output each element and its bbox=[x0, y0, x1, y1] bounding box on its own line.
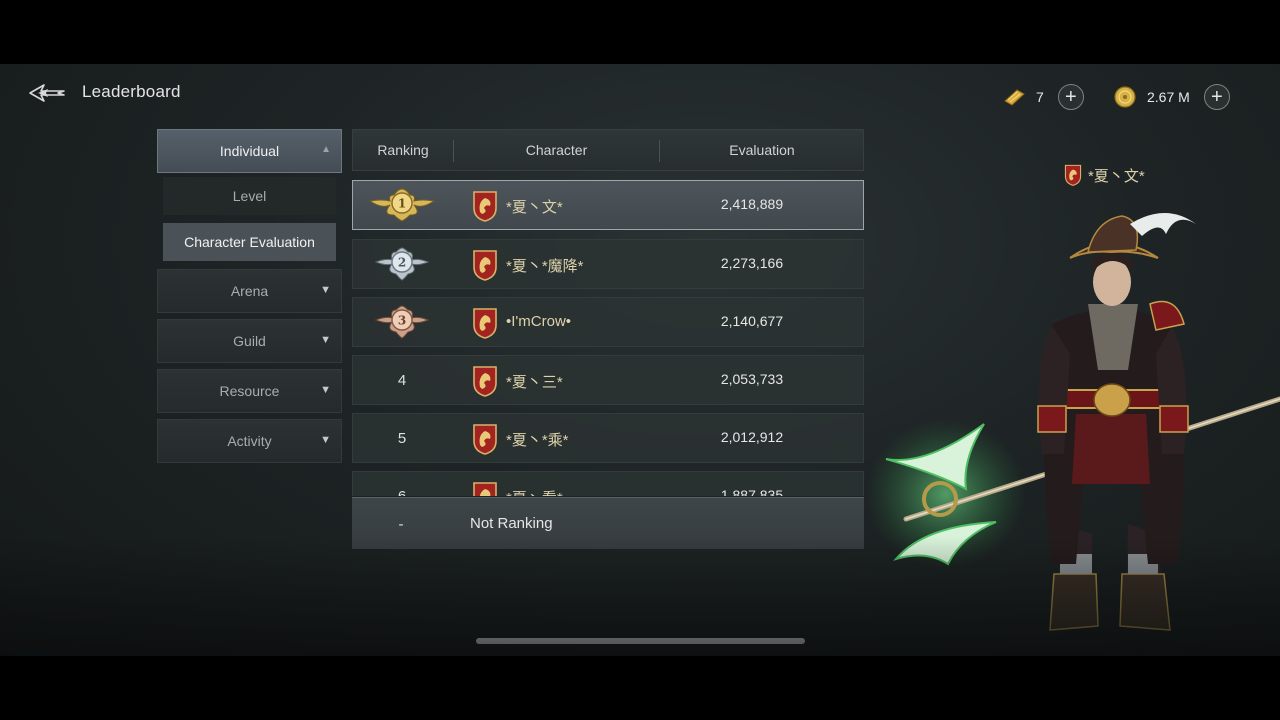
tab-arena[interactable]: Arena ▼ bbox=[157, 269, 342, 313]
table-row[interactable]: 2 *夏丶*魔降* 2,273,166 bbox=[352, 239, 864, 289]
add-gold-button[interactable]: + bbox=[1203, 84, 1230, 110]
evaluation-score: 2,012,912 bbox=[720, 429, 784, 445]
home-indicator[interactable] bbox=[476, 638, 805, 644]
back-arrow-icon bbox=[29, 84, 65, 102]
column-header-evaluation: Evaluation bbox=[729, 142, 795, 158]
ticket-count: 7 bbox=[1036, 89, 1044, 105]
gold-coin-icon bbox=[1114, 86, 1136, 108]
tab-guild-label: Guild bbox=[233, 333, 266, 349]
character-name: •I'mCrow• bbox=[506, 313, 572, 330]
my-rank-number: - bbox=[398, 515, 404, 533]
plus-icon: + bbox=[1064, 86, 1077, 108]
letterbox-bottom bbox=[0, 656, 1280, 720]
guild-crest-icon bbox=[473, 308, 497, 339]
rank-number: 4 bbox=[397, 371, 407, 389]
my-rank-row: - Not Ranking bbox=[352, 497, 864, 549]
medal-rank-number: 1 bbox=[398, 197, 406, 211]
ticket-currency: 7 + bbox=[1002, 84, 1084, 110]
expand-arrow-icon: ▼ bbox=[320, 384, 331, 396]
tab-individual-label: Individual bbox=[219, 143, 280, 159]
character-name: *夏丶*乘* bbox=[506, 432, 569, 449]
rank-number: 6 bbox=[397, 487, 407, 497]
rank-cell: 3 bbox=[353, 298, 451, 346]
tab-resource-label: Resource bbox=[219, 383, 280, 399]
guild-crest-icon bbox=[473, 366, 497, 397]
medal-rank-number: 2 bbox=[398, 256, 406, 270]
page-title: Leaderboard bbox=[82, 82, 181, 101]
column-header-ranking: Ranking bbox=[377, 142, 429, 158]
gold-amount: 2.67 M bbox=[1147, 89, 1190, 105]
character-name: *夏丶三* bbox=[506, 374, 563, 391]
guild-crest-icon bbox=[473, 191, 497, 222]
medal-rank-number: 3 bbox=[398, 314, 406, 328]
column-header-character: Character bbox=[525, 142, 588, 158]
table-row[interactable]: 5 *夏丶*乘* 2,012,912 bbox=[352, 413, 864, 463]
guild-crest-icon bbox=[473, 250, 497, 281]
tab-resource[interactable]: Resource ▼ bbox=[157, 369, 342, 413]
subtab-level[interactable]: Level bbox=[163, 177, 336, 215]
expand-arrow-icon: ▼ bbox=[320, 434, 331, 446]
gold-currency: 2.67 M + bbox=[1113, 84, 1230, 110]
character-model[interactable] bbox=[866, 154, 1280, 634]
tab-guild[interactable]: Guild ▼ bbox=[157, 319, 342, 363]
evaluation-score: 2,273,166 bbox=[720, 255, 784, 271]
table-row[interactable]: 3 •I'mCrow• 2,140,677 bbox=[352, 297, 864, 347]
character-name: *夏丶文* bbox=[506, 199, 563, 216]
guild-crest-icon bbox=[473, 424, 497, 455]
collapse-arrow-icon: ▲ bbox=[321, 144, 331, 155]
rank-number: 5 bbox=[397, 429, 407, 447]
table-row[interactable]: 4 *夏丶三* 2,053,733 bbox=[352, 355, 864, 405]
bronze-medal-icon: 3 bbox=[374, 305, 430, 339]
subtab-character-evaluation[interactable]: Character Evaluation bbox=[163, 223, 336, 261]
rank-cell: 1 bbox=[353, 181, 451, 229]
character-name: *夏丶*魔降* bbox=[506, 258, 584, 275]
expand-arrow-icon: ▼ bbox=[320, 284, 331, 296]
character-name: *夏丶看* bbox=[506, 487, 563, 496]
gold-ticket-icon bbox=[1004, 89, 1025, 106]
evaluation-score: 1,887,835 bbox=[720, 487, 784, 496]
ranking-list[interactable]: 1 *夏丶文* 2,418,889 2 *夏丶*魔降* 2,273,166 3 … bbox=[352, 180, 864, 496]
plus-icon: + bbox=[1210, 86, 1223, 108]
expand-arrow-icon: ▼ bbox=[320, 334, 331, 346]
table-row[interactable]: 1 *夏丶文* 2,418,889 bbox=[352, 180, 864, 230]
letterbox-top bbox=[0, 0, 1280, 64]
evaluation-score: 2,140,677 bbox=[720, 313, 784, 329]
leaderboard-screen: Leaderboard 7 + 2.67 M + Individual ▲ Le… bbox=[0, 64, 1280, 656]
table-row[interactable]: 6 *夏丶看* 1,887,835 bbox=[352, 471, 864, 496]
add-ticket-button[interactable]: + bbox=[1057, 84, 1084, 110]
silver-medal-icon: 2 bbox=[374, 247, 430, 281]
gold-medal-icon: 1 bbox=[368, 188, 436, 222]
rank-cell: 2 bbox=[353, 240, 451, 288]
back-button[interactable] bbox=[28, 82, 66, 104]
ranking-table-header: Ranking Character Evaluation bbox=[352, 129, 864, 171]
my-rank-status: Not Ranking bbox=[470, 515, 553, 532]
tab-arena-label: Arena bbox=[230, 283, 269, 299]
evaluation-score: 2,053,733 bbox=[720, 371, 784, 387]
tab-activity[interactable]: Activity ▼ bbox=[157, 419, 342, 463]
tab-activity-label: Activity bbox=[227, 433, 272, 449]
evaluation-score: 2,418,889 bbox=[720, 196, 784, 212]
tab-individual[interactable]: Individual ▲ bbox=[157, 129, 342, 173]
guild-crest-icon bbox=[473, 482, 497, 496]
